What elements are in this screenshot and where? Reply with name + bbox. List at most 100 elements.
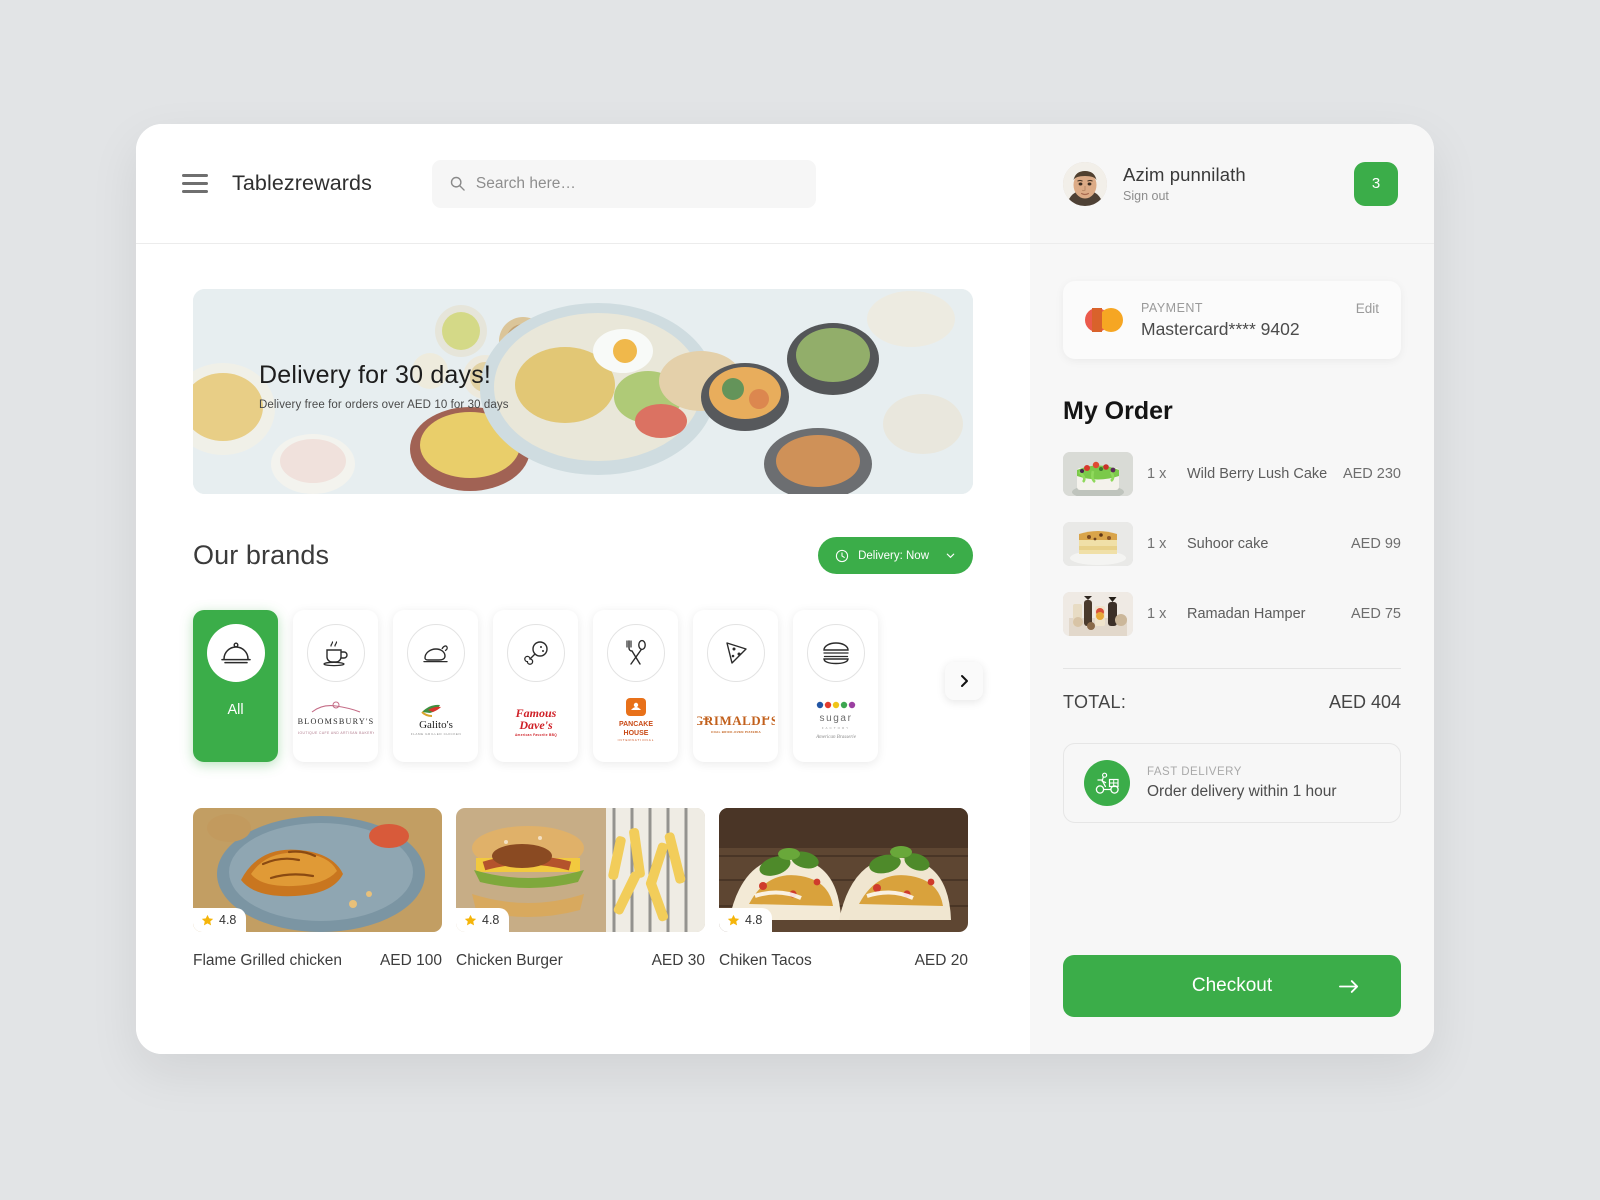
food-name: Chiken Tacos <box>719 952 812 969</box>
svg-text:American Brasserie: American Brasserie <box>815 735 857 740</box>
coffee-cup-icon <box>322 641 348 667</box>
order-item-qty: 1 x <box>1147 606 1167 622</box>
svg-text:GRIMALDI'S: GRIMALDI'S <box>697 713 775 728</box>
brand-logo-grimaldis-art: GRIMALDI'S COAL BRICK-OVEN PIZZERIA <box>697 713 775 734</box>
brand-card-sugar-factory[interactable]: sugar FACTORY American Brasserie <box>793 610 878 762</box>
order-item-name: Wild Berry Lush Cake <box>1187 466 1328 482</box>
brand-carousel: All BLOOMSBURY'S BOUTIQUE CAFE AND ARTIS… <box>193 610 983 762</box>
delivery-time-button[interactable]: Delivery: Now <box>818 537 973 574</box>
payment-label: PAYMENT <box>1141 300 1204 315</box>
brand-carousel-next-button[interactable] <box>945 662 983 700</box>
svg-text:sugar: sugar <box>819 713 852 724</box>
fork-spoon-icon-wrap <box>606 624 665 682</box>
suhoor-cake-photo <box>1063 522 1133 566</box>
hamburger-menu-icon[interactable] <box>182 173 208 194</box>
brands-title: Our brands <box>193 540 330 570</box>
brand-card-all[interactable]: All <box>193 610 278 762</box>
food-price: AED 30 <box>651 952 705 969</box>
top-bar: Tablezrewards <box>136 124 1030 244</box>
mastercard-logo <box>1085 308 1123 332</box>
ramadan-hamper-photo <box>1063 592 1133 636</box>
main-content: Delivery for 30 days! Delivery free for … <box>136 244 1030 1054</box>
food-price: AED 100 <box>379 952 442 969</box>
search-input[interactable] <box>475 174 798 193</box>
brand-card-famous-daves[interactable]: Famous Dave's American Favorite BBQ <box>493 610 578 762</box>
cloche-icon <box>220 642 251 664</box>
brand-card-galitos[interactable]: Galito's FLAME GRILLED CHICKEN <box>393 610 478 762</box>
user-name: Azim punnilath <box>1123 164 1246 185</box>
brand-logo-galitos-art: Galito's FLAME GRILLED CHICKEN <box>410 704 461 736</box>
order-panel-body: PAYMENT Mastercard**** 9402 Edit My Orde… <box>1030 244 1434 1054</box>
drumstick-icon <box>523 641 548 665</box>
burger-icon <box>822 642 849 665</box>
brand-logo-pancake-house-art: PANCAKE HOUSE INTERNATIONAL <box>617 698 654 742</box>
star-icon <box>464 914 477 925</box>
food-info-row: Flame Grilled chicken AED 100 <box>193 952 442 970</box>
order-item-price: AED 230 <box>1342 466 1401 482</box>
drumstick-icon-wrap <box>506 624 565 682</box>
fork-spoon-icon <box>625 639 646 665</box>
avatar-photo <box>1063 161 1107 206</box>
payment-card[interactable]: PAYMENT Mastercard**** 9402 Edit <box>1063 281 1401 359</box>
order-total-label: TOTAL: <box>1063 692 1127 712</box>
arrow-right-icon <box>1339 979 1359 993</box>
checkout-label: Checkout <box>1191 975 1273 996</box>
food-info-row: Chiken Tacos AED 20 <box>719 952 968 970</box>
brand-card-grimaldis[interactable]: GRIMALDI'S COAL BRICK-OVEN PIZZERIA <box>693 610 778 762</box>
order-total-value: AED 404 <box>1328 692 1401 712</box>
brand-card-bloomsburys[interactable]: BLOOMSBURY'S BOUTIQUE CAFE AND ARTISAN B… <box>293 610 378 762</box>
brand-logo-famous-daves: Famous Dave's American Favorite BBQ <box>493 698 578 744</box>
food-card[interactable]: 4.8 Chicken Burger AED 30 <box>456 808 705 970</box>
brand-logo-sugar-factory: sugar FACTORY American Brasserie <box>793 698 878 744</box>
checkout-button[interactable]: Checkout <box>1063 955 1401 1017</box>
banner-subtitle: Delivery free for orders over AED 10 for… <box>259 399 509 411</box>
food-rating-badge: 4.8 <box>456 908 510 932</box>
food-name: Chicken Burger <box>456 952 563 969</box>
order-item[interactable]: 1 x Wild Berry Lush Cake AED 230 <box>1063 452 1401 496</box>
food-name: Flame Grilled chicken <box>193 952 343 969</box>
user-avatar[interactable] <box>1063 161 1107 206</box>
banner-title: Delivery for 30 days! <box>259 361 492 389</box>
food-image: 4.8 <box>719 808 968 932</box>
food-image: 4.8 <box>456 808 705 932</box>
brand-logo-galitos: Galito's FLAME GRILLED CHICKEN <box>393 698 478 744</box>
food-card[interactable]: 4.8 Flame Grilled chicken AED 100 <box>193 808 442 970</box>
svg-text:BOUTIQUE CAFE AND ARTISAN BAKE: BOUTIQUE CAFE AND ARTISAN BAKERY <box>298 731 374 735</box>
food-card[interactable]: 4.8 Chiken Tacos AED 20 <box>719 808 968 970</box>
svg-text:PANCAKE: PANCAKE <box>618 721 652 728</box>
pizza-slice-icon-wrap <box>706 624 765 682</box>
brands-section-header: Our brands Delivery: Now <box>193 537 973 574</box>
roast-chicken-icon-wrap <box>406 624 465 682</box>
brand-card-pancake-house[interactable]: PANCAKE HOUSE INTERNATIONAL <box>593 610 678 762</box>
order-item-price: AED 99 <box>1351 536 1401 552</box>
order-item[interactable]: 1 x Ramadan Hamper AED 75 <box>1063 592 1401 636</box>
payment-text: PAYMENT Mastercard**** 9402 <box>1141 301 1300 340</box>
user-identity: Azim punnilath Sign out <box>1123 164 1246 203</box>
food-rating-value: 4.8 <box>482 913 500 927</box>
mastercard-overlap <box>1092 308 1102 332</box>
delivery-time-label: Delivery: Now <box>858 549 929 562</box>
svg-text:FLAME GRILLED CHICKEN: FLAME GRILLED CHICKEN <box>410 732 461 736</box>
delivery-scooter-icon <box>1095 772 1119 794</box>
promo-banner[interactable]: Delivery for 30 days! Delivery free for … <box>193 289 973 494</box>
order-item[interactable]: 1 x Suhoor cake AED 99 <box>1063 522 1401 566</box>
coffee-cup-icon-wrap <box>306 624 365 682</box>
delivery-scooter-icon-wrap <box>1084 760 1130 806</box>
user-bar: Azim punnilath Sign out 3 <box>1030 124 1434 244</box>
app-brand-title: Tablezrewards <box>232 171 372 195</box>
svg-text:INTERNATIONAL: INTERNATIONAL <box>617 738 654 742</box>
order-divider <box>1063 668 1401 669</box>
order-item-thumbnail <box>1063 452 1133 496</box>
cart-count-badge[interactable]: 3 <box>1354 161 1398 206</box>
sign-out-link[interactable]: Sign out <box>1123 189 1246 203</box>
roast-chicken-icon <box>422 645 448 663</box>
brand-logo-sugar-factory-art: sugar FACTORY American Brasserie <box>815 701 857 740</box>
svg-text:Galito's: Galito's <box>419 719 453 731</box>
search-box[interactable] <box>431 159 816 208</box>
order-title: My Order <box>1063 397 1173 425</box>
payment-edit-link[interactable]: Edit <box>1356 301 1379 316</box>
order-total-row: TOTAL: AED 404 <box>1063 692 1401 713</box>
order-item-name: Suhoor cake <box>1187 536 1269 552</box>
food-card-list: 4.8 Flame Grilled chicken AED 100 4.8 Ch… <box>193 808 973 970</box>
pizza-slice-icon <box>725 642 747 664</box>
